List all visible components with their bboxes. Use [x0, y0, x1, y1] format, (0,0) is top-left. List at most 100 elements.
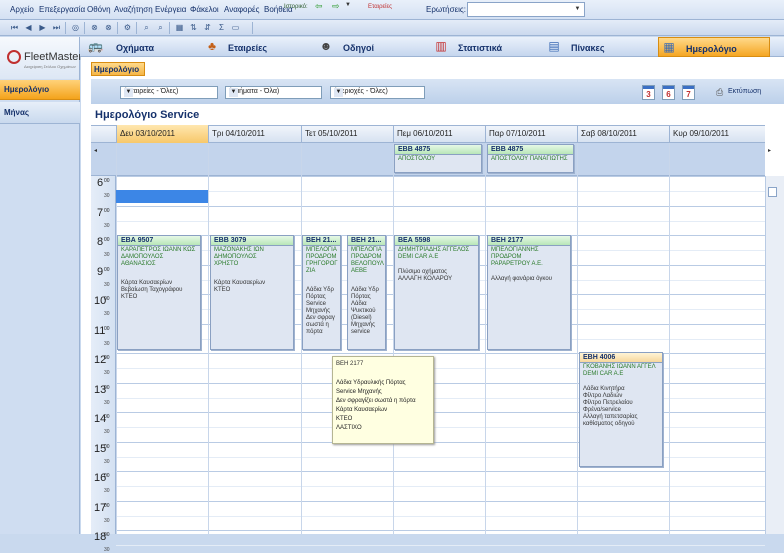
view-6-days-button[interactable]: 6	[662, 85, 675, 100]
day-header[interactable]: Πεμ 06/10/2011	[393, 125, 485, 143]
companies-link[interactable]: Εταιρείες	[368, 4, 392, 10]
appointment[interactable]: ΒΕΗ 21... ΜΠΕΛΟΓΙΑ ΠΡΟΔΡΟΜ ΒΕΛΟΠΟΥΛ ΑΕΒΕ…	[347, 235, 386, 350]
tab-statistics[interactable]: ▥ Στατιστικά	[430, 37, 540, 57]
tab-tables[interactable]: ▤ Πίνακες	[543, 37, 653, 57]
appointment-tasks: Κάρτα Καυσαερίων Βεβαίωση Ταχογράφου ΚΤΕ…	[121, 280, 183, 300]
appointment-plate: ΕΒΑ 9507	[121, 237, 154, 244]
question-label: Ερωτήσεις:	[426, 5, 466, 14]
day-header[interactable]: Τρι 04/10/2011	[208, 125, 301, 143]
driver-icon: ☻	[319, 39, 333, 53]
window-icon[interactable]: ▭	[230, 22, 241, 33]
tab-label: Ημερολόγιο	[686, 44, 737, 54]
chevron-down-icon[interactable]: ▼	[345, 2, 351, 8]
sort-asc-icon[interactable]: ⇅	[188, 22, 199, 33]
regions-filter[interactable]: (Περιοχές - Όλες) ▼	[330, 86, 425, 99]
logo-text: FleetMaster	[24, 51, 83, 63]
appointment-plate: ΕΒΒ 4875	[398, 146, 431, 153]
hour-label: 7	[97, 207, 104, 219]
day-header[interactable]: Δευ 03/10/2011	[116, 125, 208, 143]
toolbar-separator	[65, 22, 66, 34]
menu-reports[interactable]: Αναφορές	[224, 5, 259, 14]
scroll-left-icon[interactable]: ◂	[94, 147, 97, 154]
sum-icon[interactable]: Σ	[216, 22, 227, 33]
half-hour-line	[116, 516, 765, 517]
tab-calendar[interactable]: ▦ Ημερολόγιο	[658, 37, 770, 57]
tab-vehicles[interactable]: 🚌 Οχήματα	[86, 37, 196, 57]
chevron-down-icon[interactable]: ▼	[229, 88, 238, 97]
half-hour-line	[116, 457, 765, 458]
next-icon[interactable]: ▶	[37, 22, 48, 33]
sort-desc-icon[interactable]: ⇵	[202, 22, 213, 33]
settings-icon[interactable]: ⊗	[103, 22, 114, 33]
menu-edit[interactable]: Επεξεργασία	[39, 5, 85, 14]
menu-folders[interactable]: Φάκελοι	[190, 5, 219, 14]
all-day-appointment[interactable]: ΕΒΒ 4875 ΑΠΟΣΤΟΛΟΥ	[394, 144, 482, 173]
appointment[interactable]: ΕΒΒ 3079 ΜΑΖΟΝΑΚΗΣ ΙΩΝ ΔΗΜΟΠΟΥΛΟΣ ΧΡΗΣΤΟ…	[210, 235, 294, 350]
chevron-down-icon[interactable]: ▼	[573, 4, 582, 15]
scrollbar-thumb[interactable]	[768, 187, 777, 197]
search-icon[interactable]: ⌕	[155, 22, 166, 33]
delete-icon[interactable]: ⊗	[89, 22, 100, 33]
hour-minutes-label: 00	[104, 414, 110, 420]
print-button[interactable]: Εκτύπωση	[728, 88, 761, 95]
tab-companies[interactable]: ♣ Εταιρείες	[200, 37, 310, 57]
appointment-names: ΜΠΕΛΟΓΙΑ ΠΡΟΔΡΟΜ ΓΡΗΓΟΡΟΓ ΖΙΑ	[306, 247, 338, 274]
day-header[interactable]: Σαβ 08/10/2011	[577, 125, 669, 143]
view-7-days-button[interactable]: 7	[682, 85, 695, 100]
half-hour-label: 30	[104, 547, 110, 553]
half-hour-line	[116, 191, 765, 192]
gear-icon[interactable]: ⚙	[122, 22, 133, 33]
companies-filter[interactable]: (Εταιρείες - Όλες) ▼	[120, 86, 218, 99]
calendar-page-icon	[643, 86, 654, 89]
appointment[interactable]: ΒΕΗ 21... ΜΠΕΛΟΓΙΑ ΠΡΟΔΡΟΜ ΓΡΗΓΟΡΟΓ ΖΙΑ …	[302, 235, 341, 350]
appointment-header: ΕΒΗ 4006	[580, 353, 662, 363]
hour-label: 6	[97, 177, 104, 189]
selected-time-slot[interactable]	[116, 190, 208, 203]
prev-icon[interactable]: ◀	[23, 22, 34, 33]
vertical-scrollbar[interactable]	[765, 176, 784, 534]
appointment-names: ΜΠΕΛΟΓΙΑΝΝΗΣ ΠΡΟΔΡΟΜ ΡΑΡΑΡΕΤΡΟΥ Α.Ε.	[491, 247, 543, 267]
half-hour-line	[116, 545, 765, 546]
find-icon[interactable]: ⌕	[141, 22, 152, 33]
nav-item-calendar[interactable]: Ημερολόγιο	[0, 80, 80, 100]
hour-minutes-label: 00	[104, 296, 110, 302]
chevron-down-icon[interactable]: ▼	[334, 88, 343, 97]
appointment[interactable]: ΒΕΗ 2177 ΜΠΕΛΟΓΙΑΝΝΗΣ ΠΡΟΔΡΟΜ ΡΑΡΑΡΕΤΡΟΥ…	[487, 235, 571, 350]
menu-bar: Αρχείο Επεξεργασία Οθόνη Αναζήτηση Ενέργ…	[0, 0, 784, 20]
menu-search[interactable]: Αναζήτηση	[114, 5, 153, 14]
appointment-names: ΔΗΜΗΤΡΙΑΔΗΣ ΑΓΓΕΛΟΣ DEMI CAR A.E	[398, 247, 470, 260]
nav-item-month[interactable]: Μήνας	[0, 102, 80, 124]
question-input[interactable]: ▼	[467, 2, 585, 17]
grid-icon[interactable]: ▦	[174, 22, 185, 33]
appointment-tasks: Κάρτα Καυσαερίων ΚΤΕΟ	[214, 280, 266, 293]
appointment[interactable]: ΒΕΑ 5598 ΔΗΜΗΤΡΙΑΔΗΣ ΑΓΓΕΛΟΣ DEMI CAR A.…	[394, 235, 479, 350]
hour-minutes-label: 00	[104, 208, 110, 214]
departments-filter[interactable]: (Τμήματα - Όλα) ▼	[225, 86, 322, 99]
view-3-days-button[interactable]: 3	[642, 85, 655, 100]
toolbar-separator	[136, 22, 137, 34]
appointment-names: ΑΠΟΣΤΟΛΟΥ ΠΑΝΑΓΙΩΤΗΣ	[491, 156, 568, 162]
tab-drivers[interactable]: ☻ Οδηγοί	[315, 37, 425, 57]
day-header[interactable]: Κυρ 09/10/2011	[669, 125, 765, 143]
first-icon[interactable]: ⏮	[9, 22, 20, 33]
appointment-header: ΕΒΒ 4875	[395, 145, 481, 155]
appointment[interactable]: ΕΒΗ 4006 ΓΚΟΒΑΝΗΣ ΙΩΑΝΝ ΑΓΓΕΛ DEMI CAR A…	[579, 352, 663, 467]
day-header[interactable]: Παρ 07/10/2011	[485, 125, 577, 143]
appointment-tasks: Λάδια Υδρ Πόρτας Λάδια Ψυκτικού (Diesel)…	[351, 287, 379, 335]
hours-grid[interactable]	[91, 176, 765, 534]
print-icon[interactable]: ⎙	[716, 87, 723, 98]
chevron-down-icon[interactable]: ▼	[124, 88, 133, 97]
day-header[interactable]: Τετ 05/10/2011	[301, 125, 393, 143]
last-icon[interactable]: ⏭	[51, 22, 62, 33]
calendar-tab[interactable]: Ημερολόγιο	[91, 62, 145, 76]
half-hour-label: 30	[104, 459, 110, 465]
forward-arrow-icon[interactable]: ⇨	[332, 1, 340, 12]
menu-view[interactable]: Οθόνη	[87, 5, 111, 14]
scroll-right-icon[interactable]: ▸	[768, 147, 771, 154]
back-arrow-icon[interactable]: ⇦	[315, 1, 323, 12]
menu-file[interactable]: Αρχείο	[10, 5, 34, 14]
menu-action[interactable]: Ενέργεια	[155, 5, 186, 14]
refresh-icon[interactable]: ◎	[70, 22, 81, 33]
all-day-appointment[interactable]: ΕΒΒ 4875 ΑΠΟΣΤΟΛΟΥ ΠΑΝΑΓΙΩΤΗΣ	[487, 144, 574, 173]
appointment[interactable]: ΕΒΑ 9507 ΚΑΡΑΠΕΤΡΟΣ ΙΩΑΝΝ ΚΩΣ ΔΑΜΟΠΟΥΛΟΣ…	[117, 235, 201, 350]
